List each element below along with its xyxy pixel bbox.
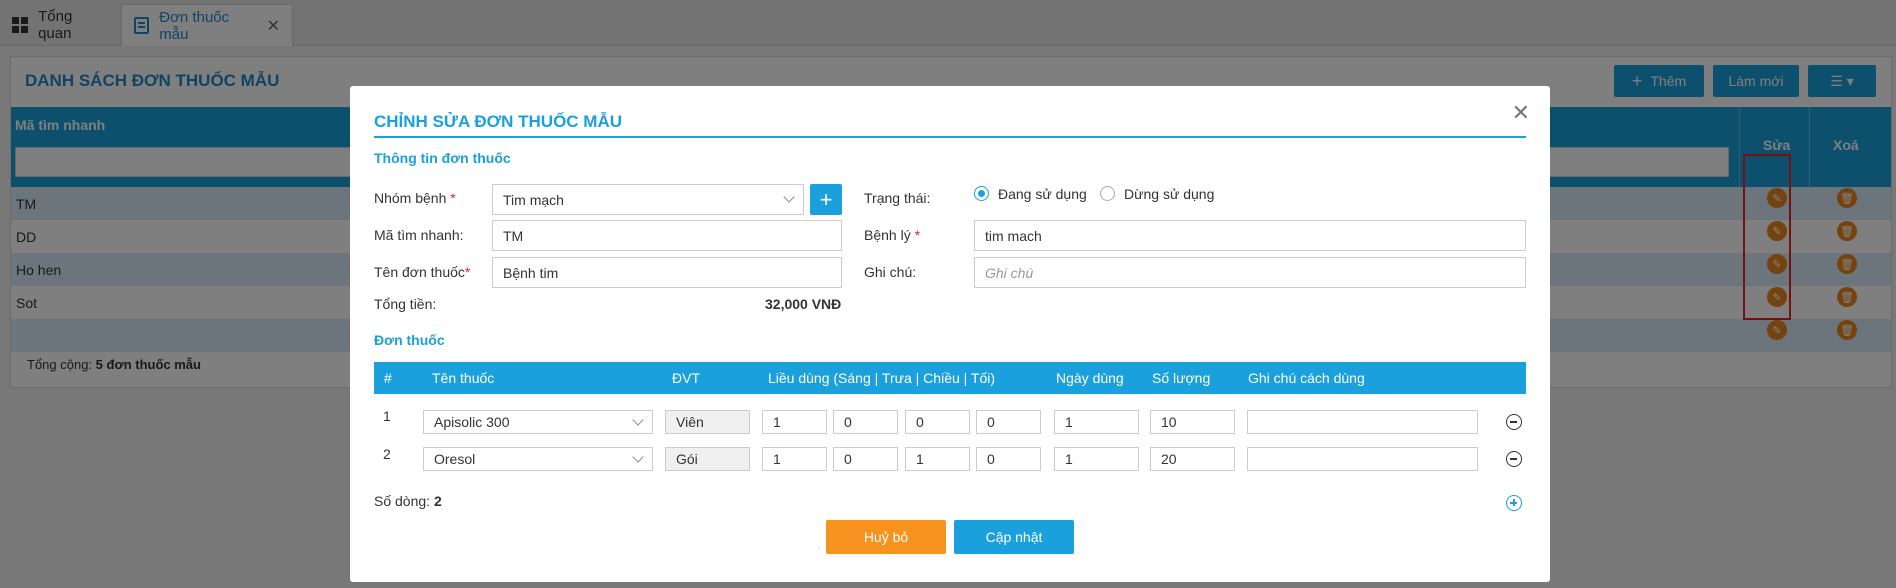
disease-group-select[interactable]: Tim mạch [492, 184, 804, 215]
add-row-icon[interactable] [1506, 495, 1522, 511]
group-label: Nhóm bệnh * [374, 190, 456, 206]
disease-input[interactable]: tim mach [974, 220, 1526, 251]
unit-field: Viên [665, 410, 750, 434]
quantity-input[interactable]: 20 [1150, 447, 1235, 471]
dose-night-input[interactable]: 0 [976, 410, 1041, 434]
chevron-down-icon [632, 414, 644, 426]
header-drug: Tên thuốc [432, 370, 495, 386]
dose-noon-input[interactable]: 0 [833, 410, 898, 434]
status-inactive-radio[interactable] [1100, 186, 1115, 201]
code-input[interactable]: TM [492, 220, 842, 251]
header-note: Ghi chú cách dùng [1248, 370, 1365, 386]
chevron-down-icon [632, 451, 644, 463]
drug-select[interactable]: Oresol [423, 447, 653, 471]
header-dose: Liều dùng (Sáng | Trưa | Chiều | Tối) [768, 370, 996, 386]
days-input[interactable]: 1 [1054, 447, 1139, 471]
dose-afternoon-input[interactable]: 0 [905, 410, 970, 434]
remove-row-icon[interactable] [1506, 414, 1522, 430]
unit-field: Gói [665, 447, 750, 471]
header-num: # [384, 370, 392, 386]
status-label: Trạng thái: [864, 190, 931, 206]
drug-name: Oresol [434, 451, 476, 467]
dose-night-input[interactable]: 0 [976, 447, 1041, 471]
quantity-input[interactable]: 10 [1150, 410, 1235, 434]
add-group-button[interactable]: + [810, 184, 842, 215]
disease-group-value: Tim mạch [503, 191, 564, 208]
section-prescription-drugs: Đơn thuốc [374, 332, 445, 348]
row-count: Số dòng: 2 [374, 493, 442, 509]
drug-select[interactable]: Apisolic 300 [423, 410, 653, 434]
disease-label: Bệnh lý * [864, 227, 921, 243]
dose-afternoon-input[interactable]: 1 [905, 447, 970, 471]
name-label: Tên đơn thuốc* [374, 264, 471, 280]
chevron-down-icon [783, 191, 795, 203]
status-inactive-label[interactable]: Dừng sử dụng [1124, 186, 1214, 202]
edit-prescription-modal: CHỈNH SỬA ĐƠN THUỐC MẪU ✕ Thông tin đơn … [350, 86, 1550, 582]
remove-row-icon[interactable] [1506, 451, 1522, 467]
cancel-button[interactable]: Huỷ bỏ [826, 520, 946, 554]
total-label: Tổng tiền: [374, 296, 437, 312]
dose-morning-input[interactable]: 1 [762, 447, 827, 471]
header-qty: Số lượng [1152, 370, 1211, 386]
close-icon[interactable]: ✕ [1512, 100, 1530, 126]
section-prescription-info: Thông tin đơn thuốc [374, 150, 511, 166]
usage-note-input[interactable] [1247, 410, 1478, 434]
note-input[interactable]: Ghi chú [974, 257, 1526, 288]
total-value: 32,000 VNĐ [765, 296, 842, 312]
title-underline [374, 136, 1526, 138]
header-unit: ĐVT [672, 370, 700, 386]
status-active-label[interactable]: Đang sử dụng [998, 186, 1087, 202]
drug-row-number: 2 [383, 446, 391, 462]
prescription-name-input[interactable]: Bệnh tim [492, 257, 842, 288]
drug-row-number: 1 [383, 408, 391, 424]
update-button[interactable]: Cập nhật [954, 520, 1074, 554]
days-input[interactable]: 1 [1054, 410, 1139, 434]
note-label: Ghi chú: [864, 264, 917, 280]
usage-note-input[interactable] [1247, 447, 1478, 471]
row-count-label: Số dòng: [374, 493, 431, 509]
status-active-radio[interactable] [974, 186, 989, 201]
dose-morning-input[interactable]: 1 [762, 410, 827, 434]
header-days: Ngày dùng [1056, 370, 1124, 386]
drug-table-header: # Tên thuốc ĐVT Liều dùng (Sáng | Trưa |… [374, 362, 1526, 394]
drug-name: Apisolic 300 [434, 414, 510, 430]
modal-title: CHỈNH SỬA ĐƠN THUỐC MẪU [374, 112, 623, 131]
row-count-value: 2 [433, 493, 442, 509]
code-label: Mã tìm nhanh: [374, 227, 464, 243]
dose-noon-input[interactable]: 0 [833, 447, 898, 471]
